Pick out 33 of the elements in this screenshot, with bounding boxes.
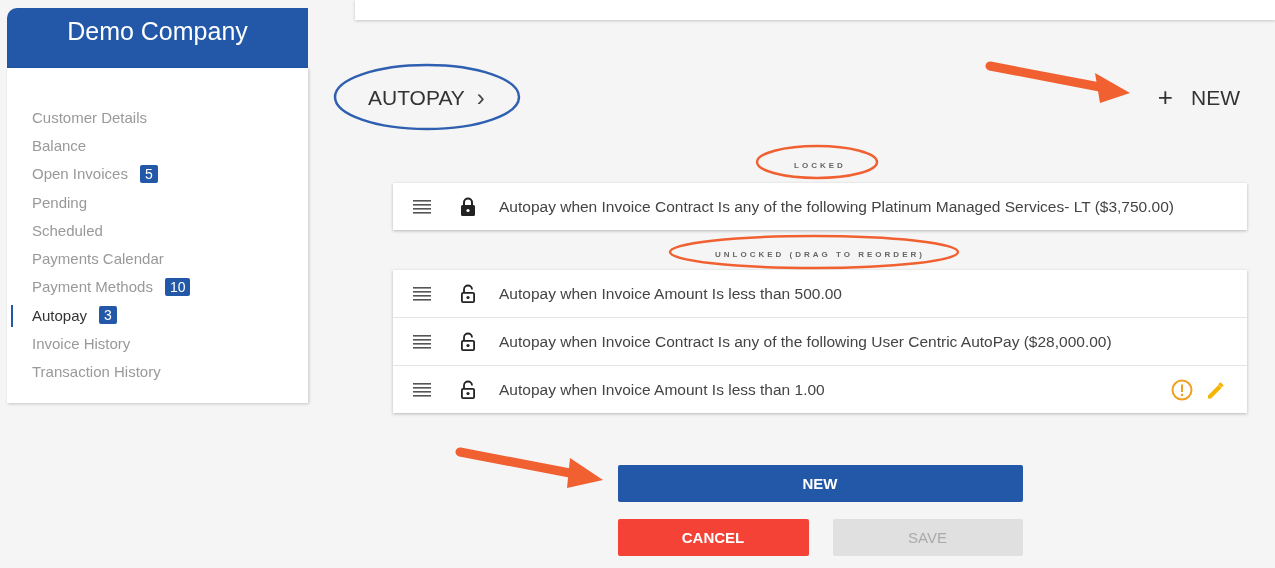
new-button[interactable]: NEW — [617, 465, 1023, 502]
company-name: Demo Company — [67, 17, 248, 47]
rule-row[interactable]: Autopay when Invoice Amount Is less than 500.00 — [393, 270, 1247, 318]
rule-row[interactable]: Autopay when Invoice Contract Is any of the following Platinum Managed Services- LT ($3,750.00) — [393, 183, 1247, 230]
section-label: LOCKED — [794, 160, 846, 170]
chevron-icon[interactable]: › — [476, 83, 485, 112]
cancel-button[interactable]: CANCEL — [617, 519, 809, 556]
drag-handle-icon[interactable] — [413, 199, 431, 214]
sidebar-item[interactable]: Autopay — [32, 306, 88, 324]
sidebar-item[interactable]: Customer Details — [32, 108, 148, 126]
sidebar-item[interactable]: Open Invoices — [32, 165, 128, 183]
drag-handle-icon[interactable] — [413, 334, 431, 349]
count-badge: 5 — [139, 164, 158, 183]
sidebar-item[interactable]: Payment Methods — [32, 278, 153, 296]
drag-handle-icon[interactable] — [413, 382, 431, 397]
rule-text: Autopay when Invoice Amount Is less than 500.00 — [499, 284, 843, 303]
page-title: AUTOPAY — [368, 85, 465, 110]
sidebar-item[interactable]: Payments Calendar — [32, 250, 164, 268]
drag-handle-icon[interactable] — [413, 286, 431, 301]
rule-text: Autopay when Invoice Amount Is less than 1.00 — [499, 380, 826, 399]
rule-text: Autopay when Invoice Contract Is any of the following Platinum Managed Services- LT ($3,750.00) — [499, 197, 1175, 216]
sidebar-item[interactable]: Invoice History — [32, 335, 131, 352]
sidebar-item[interactable]: Scheduled — [32, 221, 103, 239]
section-label: UNLOCKED (DRAG TO REORDER) — [715, 249, 925, 259]
rule-text: Autopay when Invoice Contract Is any of the following User Centric AutoPay ($28,000.00) — [499, 332, 1113, 351]
count-badge: 3 — [99, 306, 117, 325]
sidebar-item[interactable]: Transaction History — [32, 363, 161, 381]
rule-row[interactable]: Autopay when Invoice Amount Is less than 1.00 — [393, 366, 1247, 413]
sidebar-item[interactable]: Balance — [32, 136, 87, 154]
count-badge: 10 — [164, 277, 191, 296]
rule-row[interactable]: Autopay when Invoice Contract Is any of the following User Centric AutoPay ($28,000.00) — [393, 318, 1247, 366]
sidebar-item[interactable]: Pending — [32, 193, 88, 211]
new-link[interactable]: + NEW — [1157, 82, 1240, 113]
